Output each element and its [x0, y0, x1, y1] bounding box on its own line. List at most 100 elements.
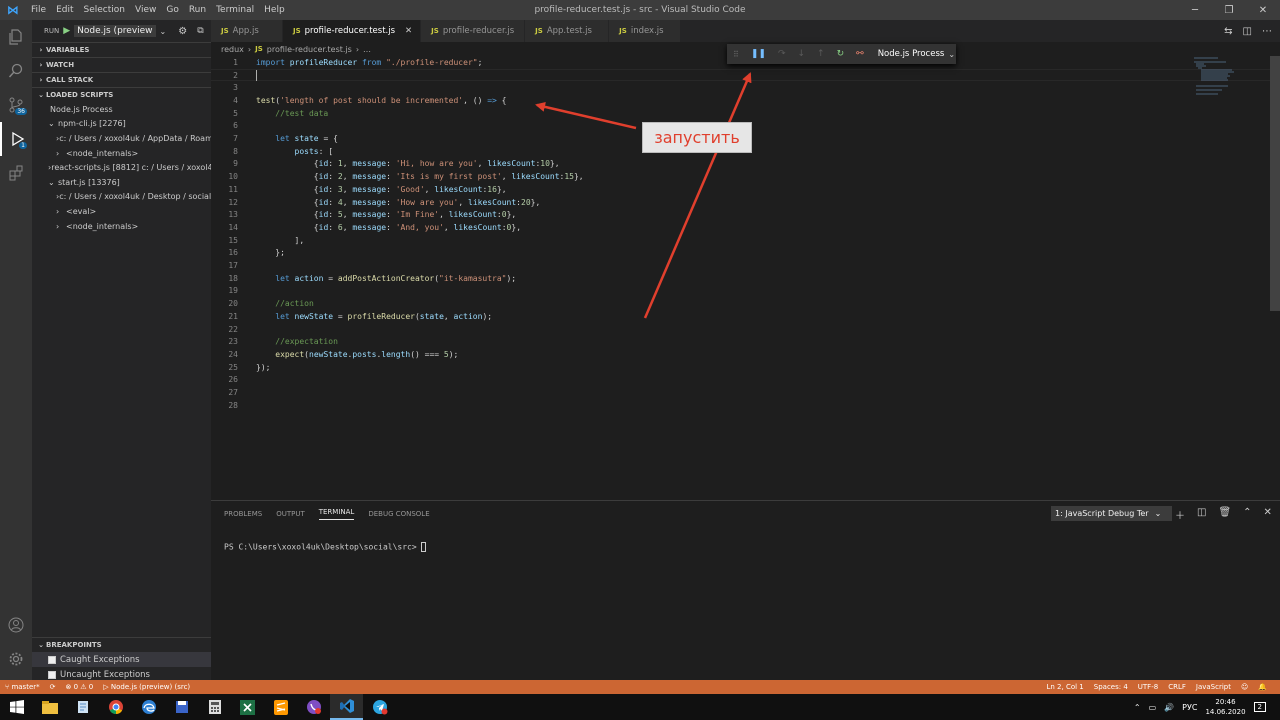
account-icon[interactable]	[0, 608, 32, 642]
close-icon[interactable]: ✕	[1246, 0, 1280, 20]
new-terminal-icon[interactable]: ＋	[1175, 507, 1185, 522]
start-debugging-icon[interactable]: ▶	[63, 26, 70, 36]
gear-icon[interactable]: ⚙	[178, 26, 187, 37]
menu-item-terminal[interactable]: Terminal	[216, 5, 254, 15]
maximize-panel-icon[interactable]: ⌃	[1243, 507, 1251, 522]
vscode-taskbar-icon[interactable]	[330, 694, 363, 720]
language-mode[interactable]: JavaScript	[1196, 683, 1231, 691]
source-control-icon[interactable]: 36	[0, 88, 32, 122]
debug-status[interactable]: ▷ Node.js (preview) (src)	[103, 683, 190, 691]
viber-icon[interactable]	[297, 694, 330, 720]
debug-process-select[interactable]: Node.js Process	[878, 49, 945, 59]
checkbox[interactable]	[48, 670, 56, 679]
notepad-icon[interactable]	[66, 694, 99, 720]
drag-handle-icon[interactable]: ⠿	[733, 50, 739, 59]
panel-tab-problems[interactable]: PROBLEMS	[224, 510, 262, 518]
loaded-script-item[interactable]: › <node_internals>	[32, 146, 211, 161]
menu-item-help[interactable]: Help	[264, 5, 285, 15]
loaded-script-item[interactable]: ⌄ start.js [13376]	[32, 175, 211, 190]
open-changes-icon[interactable]: ⇆	[1224, 26, 1232, 37]
close-tab-icon[interactable]: ✕	[405, 26, 412, 36]
breakpoints-section[interactable]: ⌄ BREAKPOINTS	[32, 637, 211, 652]
tab-profile-reducer-js[interactable]: JS profile-reducer.js	[421, 20, 526, 42]
launch-config-select[interactable]: Node.js (preview	[74, 25, 156, 37]
menu-item-edit[interactable]: Edit	[56, 5, 73, 15]
step-out-icon[interactable]: ↑	[817, 49, 825, 59]
network-icon[interactable]: ▭	[1149, 703, 1157, 712]
step-into-icon[interactable]: ↓	[798, 49, 806, 59]
breadcrumb-file[interactable]: profile-reducer.test.js	[267, 45, 352, 54]
loaded-script-item[interactable]: › react-scripts.js [8812] c: / Users / xo…	[32, 160, 211, 175]
breadcrumb-folder[interactable]: redux	[221, 45, 244, 54]
loaded-script-item[interactable]: › c: / Users / xoxol4uk / Desktop / socia…	[32, 190, 211, 205]
loaded-script-item[interactable]: Node.js Process	[32, 102, 211, 117]
restart-icon[interactable]: ↻	[837, 49, 845, 59]
breakpoint-caught-exceptions[interactable]: Caught Exceptions	[32, 652, 211, 667]
line-ending[interactable]: CRLF	[1168, 683, 1186, 691]
keyboard-language[interactable]: РУС	[1182, 703, 1197, 712]
terminal-select[interactable]: 1: JavaScript Debug Ter ⌄	[1051, 506, 1172, 521]
menu-item-go[interactable]: Go	[166, 5, 178, 15]
notifications-icon[interactable]: 2	[1253, 702, 1266, 712]
loaded-script-item[interactable]: › <eval>	[32, 204, 211, 219]
settings-gear-icon[interactable]	[0, 642, 32, 676]
tab-app-test-js[interactable]: JS App.test.js	[525, 20, 610, 42]
search-icon[interactable]	[0, 54, 32, 88]
close-panel-icon[interactable]: ✕	[1264, 507, 1272, 522]
terminal-output[interactable]: PS C:\Users\xoxol4uk\Desktop\social\src>	[224, 542, 427, 552]
restore-icon[interactable]: ❐	[1212, 0, 1246, 20]
editor-scrollbar[interactable]	[1270, 56, 1280, 311]
clock[interactable]: 20:46 14.06.2020	[1205, 697, 1245, 717]
indentation[interactable]: Spaces: 4	[1094, 683, 1128, 691]
panel-tab-output[interactable]: OUTPUT	[276, 510, 305, 518]
tray-chevron-up-icon[interactable]: ⌃	[1134, 703, 1141, 712]
menu-item-view[interactable]: View	[135, 5, 156, 15]
volume-icon[interactable]: 🔊	[1164, 703, 1174, 712]
chevron-down-icon[interactable]: ⌄	[160, 27, 167, 36]
telegram-icon[interactable]	[363, 694, 396, 720]
tab-profile-reducer-test-js[interactable]: JS profile-reducer.test.js ✕	[283, 20, 422, 42]
watch-section[interactable]: › WATCH	[32, 57, 211, 72]
branch-status[interactable]: ⑂ master*	[5, 683, 40, 691]
loaded-script-item[interactable]: ›c: / Users / xoxol4uk / AppData / Roami…	[32, 131, 211, 146]
cursor-position[interactable]: Ln 2, Col 1	[1047, 683, 1084, 691]
more-actions-icon[interactable]: ⋯	[1262, 26, 1272, 37]
calculator-icon[interactable]	[198, 694, 231, 720]
tab-app-js[interactable]: JS App.js	[211, 20, 283, 42]
file-explorer-icon[interactable]	[33, 694, 66, 720]
panel-tab-terminal[interactable]: TERMINAL	[318, 508, 355, 520]
chrome-icon[interactable]	[99, 694, 132, 720]
menu-item-run[interactable]: Run	[189, 5, 206, 15]
split-terminal-icon[interactable]: ◫	[1197, 507, 1206, 522]
problems-status[interactable]: ⊗ 0 ⚠ 0	[66, 683, 94, 691]
encoding[interactable]: UTF-8	[1138, 683, 1158, 691]
panel-tab-debug-console[interactable]: DEBUG CONSOLE	[368, 510, 429, 518]
menu-item-file[interactable]: File	[31, 5, 46, 15]
loaded-scripts-section[interactable]: ⌄ LOADED SCRIPTS	[32, 87, 211, 102]
debug-console-icon[interactable]: ⧉	[197, 26, 203, 36]
sync-icon[interactable]: ⟳	[50, 683, 56, 691]
run-debug-icon[interactable]: 1	[0, 122, 32, 156]
tab-index-js[interactable]: JS index.js	[609, 20, 682, 42]
notifications-bell-icon[interactable]: 🔔	[1258, 683, 1267, 691]
breadcrumb-more[interactable]: …	[363, 45, 371, 54]
minimize-icon[interactable]: ─	[1178, 0, 1212, 20]
loaded-script-item[interactable]: ⌄ npm-cli.js [2276]	[32, 117, 211, 132]
minimap[interactable]	[1192, 56, 1270, 116]
windows-start-icon[interactable]	[0, 694, 33, 720]
sublime-icon[interactable]	[264, 694, 297, 720]
variables-section[interactable]: › VARIABLES	[32, 42, 211, 57]
pause-icon[interactable]: ❚❚	[751, 49, 766, 59]
step-over-icon[interactable]: ↷	[778, 49, 786, 59]
feedback-icon[interactable]: ☺	[1241, 683, 1248, 691]
extensions-icon[interactable]	[0, 156, 32, 190]
floppy-save-icon[interactable]	[165, 694, 198, 720]
loaded-script-item[interactable]: › <node_internals>	[32, 219, 211, 234]
excel-icon[interactable]	[231, 694, 264, 720]
call-stack-section[interactable]: › CALL STACK	[32, 72, 211, 87]
explorer-icon[interactable]	[0, 20, 32, 54]
trash-icon[interactable]: 🗑	[1218, 507, 1231, 522]
split-editor-icon[interactable]: ◫	[1243, 26, 1252, 37]
menu-item-selection[interactable]: Selection	[84, 5, 125, 15]
disconnect-icon[interactable]: ⚯	[856, 49, 864, 59]
